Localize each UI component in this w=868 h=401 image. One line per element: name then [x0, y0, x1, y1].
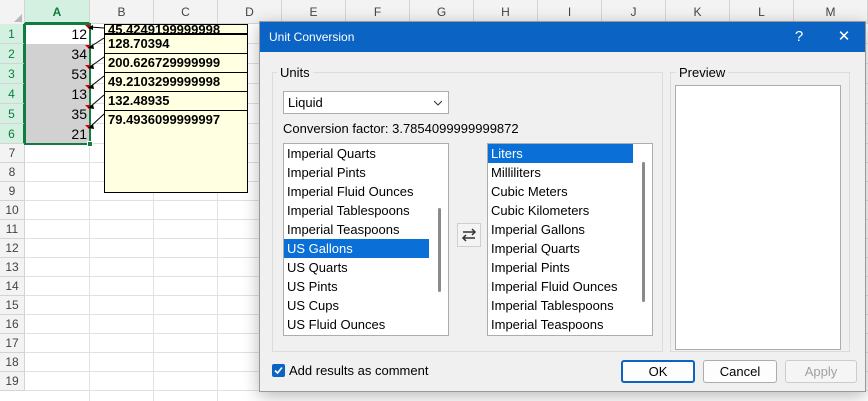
ok-button[interactable]: OK — [621, 360, 695, 383]
comment-text: 49.2103299999998 — [108, 74, 221, 89]
list-item[interactable]: Imperial Teaspoons — [284, 220, 429, 239]
preview-box — [675, 85, 841, 350]
comment-box: 132.48935 — [104, 91, 248, 111]
preview-group-label: Preview — [676, 65, 729, 80]
list-item[interactable]: Imperial Quarts — [488, 239, 633, 258]
row-header[interactable]: 16 — [0, 315, 25, 334]
list-item[interactable]: US Pints — [284, 277, 429, 296]
checkmark-icon — [274, 366, 283, 375]
list-item-selected[interactable]: US Gallons — [284, 239, 429, 258]
close-button[interactable]: ✕ — [824, 22, 864, 52]
row-header[interactable]: 11 — [0, 220, 25, 239]
unit-category-select[interactable]: Liquid — [283, 91, 449, 114]
list-item[interactable]: Imperial Fluid Ounces — [488, 277, 633, 296]
list-item[interactable]: Imperial Tablespoons — [488, 296, 633, 315]
column-header[interactable]: C — [154, 0, 218, 24]
scrollbar-thumb[interactable] — [642, 162, 645, 302]
list-item[interactable]: US Cups — [284, 296, 429, 315]
fill-handle[interactable] — [87, 141, 93, 147]
units-group-label: Units — [277, 65, 313, 80]
row-header[interactable]: 18 — [0, 353, 25, 372]
comment-box: 200.626729999999 — [104, 53, 248, 73]
help-button[interactable]: ? — [779, 22, 819, 52]
row-header[interactable]: 19 — [0, 372, 25, 391]
list-item[interactable]: Imperial Fluid Ounces — [284, 182, 429, 201]
list-item-selected[interactable]: Liters — [488, 144, 633, 163]
cancel-button[interactable]: Cancel — [703, 360, 777, 383]
row-header[interactable]: 9 — [0, 182, 25, 201]
row-header[interactable]: 13 — [0, 258, 25, 277]
list-item[interactable]: Milliliters — [488, 163, 633, 182]
unit-conversion-dialog: Unit Conversion ? ✕ Units Liquid Convers… — [259, 21, 866, 392]
comment-text: 200.626729999999 — [108, 55, 221, 70]
swap-arrows-icon — [461, 228, 477, 242]
list-item[interactable]: US Fluid Ounces — [284, 315, 429, 334]
swap-units-button[interactable] — [457, 223, 481, 247]
comment-connector-lines — [88, 25, 105, 129]
conversion-factor: Conversion factor: 3.7854099999999872 — [283, 121, 519, 136]
from-list-scrollbar[interactable] — [431, 144, 448, 335]
dialog-title: Unit Conversion — [269, 30, 355, 44]
list-item[interactable]: Imperial Tablespoons — [284, 201, 429, 220]
from-units-list[interactable]: Imperial Quarts Imperial Pints Imperial … — [283, 143, 449, 336]
list-item[interactable]: Cubic Kilometers — [488, 201, 633, 220]
row-header[interactable]: 7 — [0, 144, 25, 163]
unit-category-value: Liquid — [288, 95, 323, 110]
row-header[interactable]: 14 — [0, 277, 25, 296]
list-item[interactable]: US Quarts — [284, 258, 429, 277]
list-item[interactable]: Imperial Pints — [488, 258, 633, 277]
row-header[interactable]: 15 — [0, 296, 25, 315]
add-comment-checkbox[interactable] — [272, 364, 285, 377]
add-comment-label[interactable]: Add results as comment — [289, 363, 428, 378]
list-item[interactable]: Imperial Teaspoons — [488, 315, 633, 334]
comment-box: 45.4249199999998 — [104, 24, 248, 34]
list-item[interactable]: Cubic Meters — [488, 182, 633, 201]
comment-box: 128.70394 — [104, 34, 248, 54]
row-header[interactable]: 12 — [0, 239, 25, 258]
scrollbar-thumb[interactable] — [438, 208, 441, 292]
chevron-down-icon — [434, 100, 442, 106]
to-list-scrollbar[interactable] — [635, 144, 652, 335]
dialog-titlebar[interactable]: Unit Conversion ? ✕ — [260, 22, 865, 52]
comment-box: 49.2103299999998 — [104, 72, 248, 92]
list-item[interactable]: Imperial Gallons — [488, 220, 633, 239]
row-header[interactable]: 10 — [0, 201, 25, 220]
apply-button[interactable]: Apply — [785, 360, 857, 383]
row-header[interactable]: 17 — [0, 334, 25, 353]
list-item[interactable]: Imperial Quarts — [284, 144, 429, 163]
comment-text: 79.4936099999997 — [108, 112, 221, 127]
row-header[interactable]: 8 — [0, 163, 25, 182]
to-units-list[interactable]: Liters Milliliters Cubic Meters Cubic Ki… — [487, 143, 653, 336]
comment-box: 79.4936099999997 — [104, 110, 248, 193]
comment-text: 45.4249199999998 — [108, 24, 221, 34]
list-item[interactable]: Imperial Pints — [284, 163, 429, 182]
